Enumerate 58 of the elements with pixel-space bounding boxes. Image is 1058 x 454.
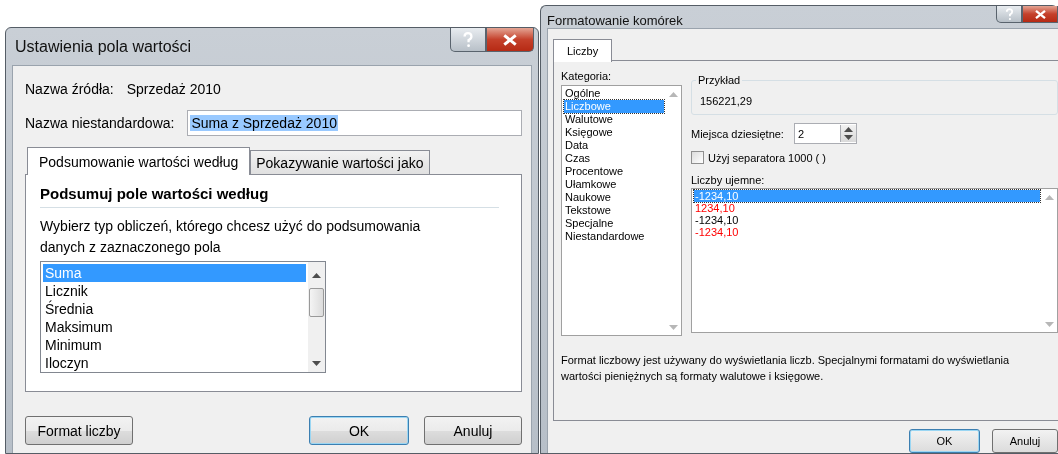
scroll-thumb[interactable] [309, 288, 324, 317]
scroll-down-icon[interactable] [312, 361, 321, 367]
sample-value: 156221,29 [700, 95, 752, 107]
list-item[interactable]: Czas [564, 152, 664, 165]
close-button[interactable] [486, 28, 534, 52]
input-field[interactable]: Suma z Sprzedaż 2010 [187, 110, 522, 136]
help-button[interactable] [450, 28, 486, 52]
dialog-button[interactable]: Anuluj [424, 416, 522, 445]
help-icon [462, 31, 474, 48]
list-item[interactable]: Iloczyn [43, 354, 306, 372]
list-item[interactable]: Walutowe [564, 113, 664, 126]
checkbox[interactable] [691, 151, 704, 164]
description-text: Format liczbowy jest używany do wyświetlania liczb. Specjalnymi formatami do wyświetlania wartości pieniężnych są formaty walutowe i księgowe. [561, 353, 1011, 384]
help-icon [1004, 7, 1014, 21]
list-item[interactable]: Niestandardowe [564, 230, 664, 243]
list-item[interactable]: 1234,10 [694, 202, 1040, 214]
window-title: Ustawienia pola wartości [14, 37, 192, 56]
list-item[interactable]: -1234,10 [694, 214, 1040, 226]
list-item[interactable]: Minimum [43, 336, 306, 354]
list-item[interactable]: Ułamkowe [564, 178, 664, 191]
tab[interactable]: Podsumowanie wartości według [27, 147, 251, 175]
source-name: Sprzedaż 2010 [126, 81, 221, 97]
scrollbar[interactable] [308, 262, 325, 372]
field-label: Nazwa źródła: [25, 81, 114, 97]
close-button[interactable] [1022, 6, 1058, 23]
dialog-button[interactable]: Format liczby [25, 416, 133, 445]
spin-up-icon[interactable] [843, 126, 853, 133]
list-item[interactable]: Maksimum [43, 318, 306, 336]
list-item[interactable]: Naukowe [564, 191, 664, 204]
help-button[interactable] [996, 6, 1022, 23]
field-label: Nazwa niestandardowa: [25, 115, 175, 131]
close-icon [1033, 9, 1047, 19]
scroll-up-icon[interactable] [312, 272, 321, 278]
dialog-button[interactable]: OK [909, 429, 980, 453]
list-item[interactable]: -1234,10 [694, 226, 1040, 238]
list-item[interactable]: Specjalne [564, 217, 664, 230]
group-label: Przykład [696, 74, 743, 86]
list-item[interactable]: Data [564, 139, 664, 152]
checkbox-label: Użyj separatora 1000 ( ) [708, 151, 826, 164]
dialog-button[interactable]: Anuluj [992, 429, 1058, 453]
field-label: Liczby ujemne: [691, 174, 766, 186]
spin-down-icon[interactable] [843, 134, 853, 141]
list-item[interactable]: Księgowe [564, 126, 664, 139]
spin-field[interactable]: 2 [793, 123, 857, 144]
field-label: Kategoria: [561, 70, 613, 82]
description-text: Wybierz typ obliczeń, którego chcesz użyć do podsumowania danych z zaznaczonego pola [40, 217, 422, 257]
tab[interactable]: Pokazywanie wartości jako [250, 150, 430, 174]
tab[interactable]: Liczby [553, 39, 613, 62]
section-heading: Podsumuj pole wartości według [40, 183, 499, 208]
window-title: Formatowanie komórek [546, 12, 683, 28]
list-item[interactable]: Ogólne [564, 87, 664, 100]
list-item[interactable]: Licznik [43, 282, 306, 300]
dialog-button[interactable]: OK [309, 416, 409, 445]
list-item[interactable]: Procentowe [564, 165, 664, 178]
field-label: Miejsca dziesiętne: [691, 127, 784, 140]
list-item[interactable]: Tekstowe [564, 204, 664, 217]
close-icon [502, 33, 518, 46]
list-item[interactable]: Średnia [43, 300, 306, 318]
